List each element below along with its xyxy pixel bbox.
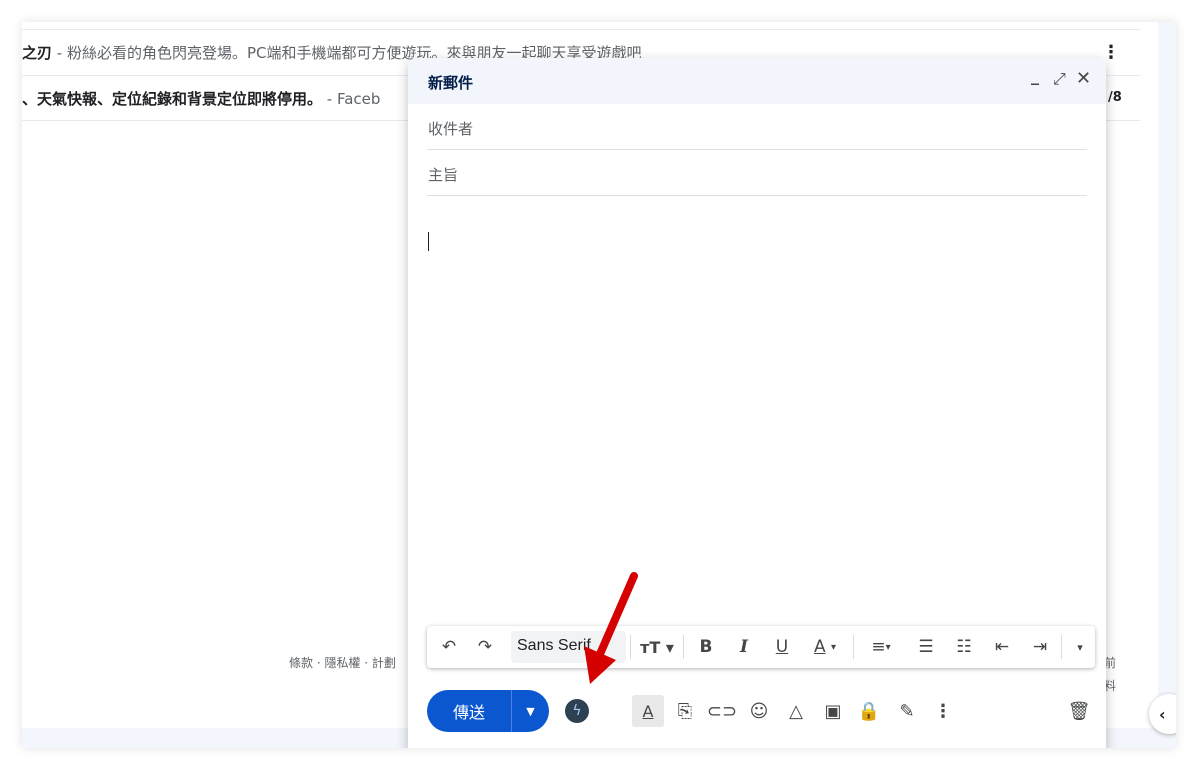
bulleted-list-icon[interactable]: ☷ xyxy=(947,626,981,668)
email-subject: 、天氣快報、定位紀錄和背景定位即將停用。 xyxy=(22,90,323,108)
email-snippet: Faceb xyxy=(336,90,381,108)
formatting-options-icon[interactable]: A xyxy=(632,695,664,727)
caret-down-icon: ▼ xyxy=(526,704,535,718)
more-options-icon[interactable]: ⋮ xyxy=(928,690,958,732)
italic-icon[interactable]: I xyxy=(727,626,761,668)
subject-field[interactable]: 主旨 xyxy=(427,150,1087,196)
annotation-arrow xyxy=(584,572,638,684)
link-icon[interactable]: ⊂⊃ xyxy=(706,690,738,732)
confidential-mode-icon[interactable]: 🔒 xyxy=(854,690,884,732)
close-icon[interactable]: ✕ xyxy=(1076,69,1091,89)
redo-icon[interactable]: ↷ xyxy=(467,626,503,668)
chevron-left-icon: ‹ xyxy=(1159,704,1166,724)
toolbar-divider xyxy=(1061,635,1062,659)
compose-header[interactable]: 新郵件 _ ⤢ ✕ xyxy=(408,58,1106,104)
more-formatting-icon[interactable]: ▾ xyxy=(1067,626,1093,668)
attach-icon[interactable]: ⎘ xyxy=(670,690,700,732)
text-color-icon[interactable]: A ▾ xyxy=(803,626,847,668)
indent-more-icon[interactable]: ⇥ xyxy=(1023,626,1057,668)
send-options-button[interactable]: ▼ xyxy=(512,690,549,732)
email-sender-subject: 之刃 xyxy=(22,44,53,62)
toolbar-divider xyxy=(683,635,684,659)
recipients-field[interactable]: 收件者 xyxy=(427,104,1087,150)
minimize-icon[interactable]: _ xyxy=(1031,66,1039,86)
email-row-text: 、天氣快報、定位紀錄和背景定位即將停用。 - Faceb xyxy=(22,90,381,108)
indent-less-icon[interactable]: ⇤ xyxy=(985,626,1019,668)
expand-icon[interactable]: ⤢ xyxy=(1053,69,1066,89)
photo-icon[interactable]: ▣ xyxy=(818,690,848,732)
trash-icon[interactable]: 🗑 xyxy=(1064,690,1094,732)
emoji-icon[interactable]: ☺ xyxy=(744,690,774,732)
formatting-toolbar: ↶ ↷ Sans Serif тT ▾ B I U A ▾ ≡ ▾ ☰ ☷ ⇤ ⇥… xyxy=(427,626,1095,668)
toolbar-divider xyxy=(853,635,854,659)
ai-assist-bolt-icon: ϟ xyxy=(565,699,589,723)
ai-assist-button[interactable]: ϟ xyxy=(562,690,592,732)
undo-icon[interactable]: ↶ xyxy=(431,626,467,668)
send-button[interactable]: 傳送 xyxy=(427,690,511,732)
side-panel-strip xyxy=(1158,22,1176,748)
send-button-group: 傳送 ▼ xyxy=(427,690,549,732)
subject-label: 主旨 xyxy=(428,166,459,184)
signature-icon[interactable]: ✎ xyxy=(892,690,922,732)
align-icon[interactable]: ≡ ▾ xyxy=(859,626,903,668)
underline-icon[interactable]: U xyxy=(765,626,799,668)
drive-icon[interactable]: △ xyxy=(780,690,812,732)
footer-links[interactable]: 條款 · 隱私權 · 計劃 xyxy=(289,654,396,671)
email-date: /8 xyxy=(1108,90,1122,105)
recipients-label: 收件者 xyxy=(428,120,474,138)
numbered-list-icon[interactable]: ☰ xyxy=(909,626,943,668)
body-text-caret[interactable] xyxy=(428,232,429,251)
bold-icon[interactable]: B xyxy=(689,626,723,668)
compose-title: 新郵件 xyxy=(428,74,474,92)
compose-window: 新郵件 _ ⤢ ✕ 收件者 主旨 ↶ ↷ Sans Serif тT ▾ B I… xyxy=(408,58,1106,748)
